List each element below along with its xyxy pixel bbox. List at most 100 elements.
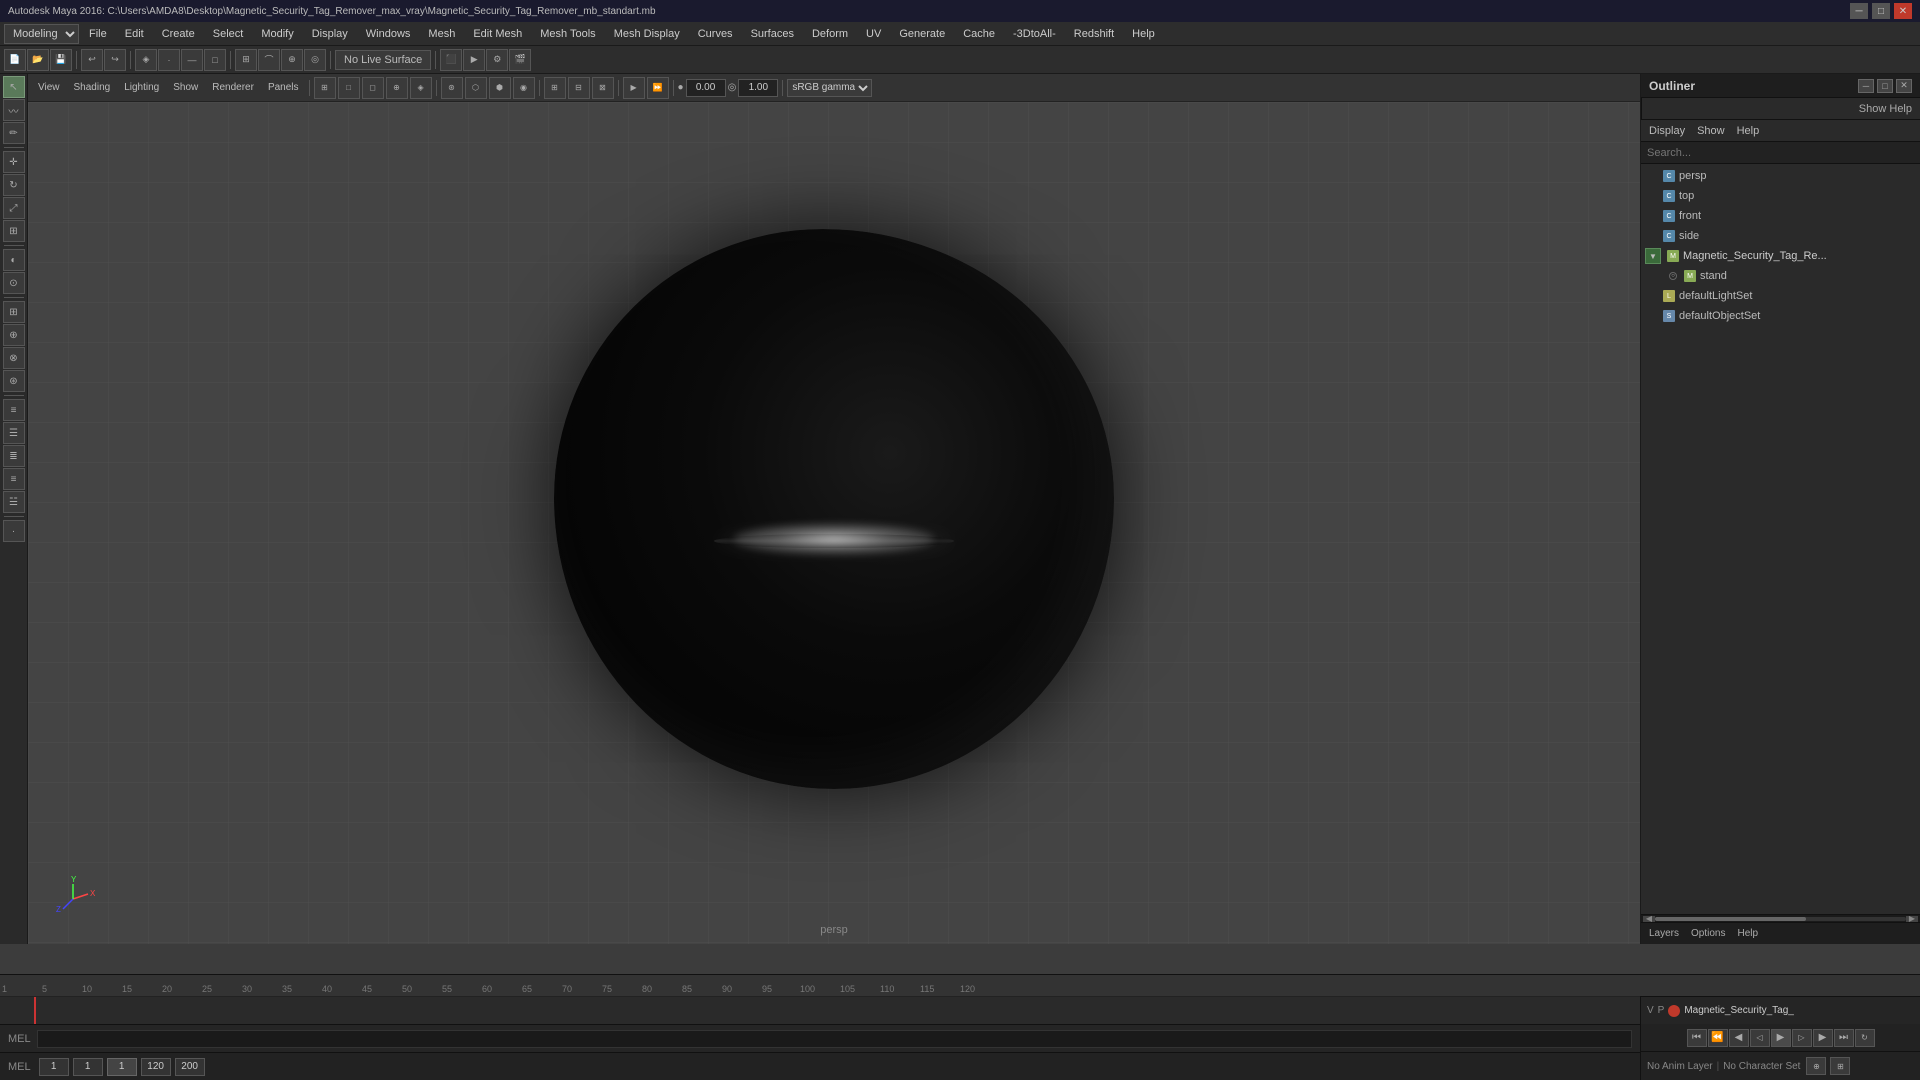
scale-tool-btn[interactable]: ⤢ bbox=[3, 197, 25, 219]
vp-show-btn[interactable]: Show bbox=[167, 80, 204, 95]
anim-layer-add-btn[interactable]: ⊕ bbox=[1806, 1057, 1826, 1075]
select-face-btn[interactable]: □ bbox=[204, 49, 226, 71]
vp-value1[interactable] bbox=[686, 79, 726, 97]
rotate-tool-btn[interactable]: ↻ bbox=[3, 174, 25, 196]
outliner-item-persp[interactable]: C persp bbox=[1641, 166, 1920, 186]
ipr-btn[interactable]: ▶ bbox=[463, 49, 485, 71]
play-back-btn[interactable]: ⏪ bbox=[1708, 1029, 1728, 1047]
snap-grid-btn[interactable]: ⊞ bbox=[235, 49, 257, 71]
play-end-btn[interactable]: ⏭ bbox=[1834, 1029, 1854, 1047]
play-first-btn[interactable]: ⏮ bbox=[1687, 1029, 1707, 1047]
menu-cache[interactable]: Cache bbox=[955, 24, 1003, 44]
scroll-left-btn[interactable]: ◀ bbox=[1643, 916, 1655, 922]
outliner-item-objectset[interactable]: S defaultObjectSet bbox=[1641, 306, 1920, 326]
key-next-btn[interactable]: ▷ bbox=[1792, 1029, 1812, 1047]
snap-btn[interactable]: ⊕ bbox=[3, 324, 25, 346]
step-back-btn[interactable]: ◀ bbox=[1729, 1029, 1749, 1047]
pivot-btn[interactable]: ⊙ bbox=[3, 272, 25, 294]
render-seq-btn[interactable]: 🎬 bbox=[509, 49, 531, 71]
snap2-btn[interactable]: ⊛ bbox=[3, 370, 25, 392]
redo-btn[interactable]: ↪ bbox=[104, 49, 126, 71]
vp-icon11[interactable]: ⊟ bbox=[568, 77, 590, 99]
menu-mesh-tools[interactable]: Mesh Tools bbox=[532, 24, 603, 44]
timeline-ruler[interactable]: 1 5 10 15 20 25 30 35 40 45 50 55 60 65 … bbox=[0, 975, 1920, 997]
snap-curve-btn[interactable]: ⌒ bbox=[258, 49, 280, 71]
menu-deform[interactable]: Deform bbox=[804, 24, 856, 44]
layer5-btn[interactable]: ☱ bbox=[3, 491, 25, 513]
end-frame-input[interactable] bbox=[141, 1058, 171, 1076]
start-frame-input[interactable] bbox=[73, 1058, 103, 1076]
loop-btn[interactable]: ↻ bbox=[1855, 1029, 1875, 1047]
vp-icon3[interactable]: ◻ bbox=[362, 77, 384, 99]
paint-tool-btn[interactable]: ✏ bbox=[3, 122, 25, 144]
step-fwd-btn[interactable]: ▶ bbox=[1813, 1029, 1833, 1047]
key-prev-btn[interactable]: ◁ bbox=[1750, 1029, 1770, 1047]
vp-value2[interactable] bbox=[738, 79, 778, 97]
maximize-button[interactable]: □ bbox=[1872, 3, 1890, 19]
scrollbar-track[interactable] bbox=[1655, 917, 1906, 921]
layers-btn[interactable]: Layers bbox=[1645, 927, 1683, 940]
outliner-show-menu[interactable]: Show bbox=[1693, 123, 1729, 139]
menu-uv[interactable]: UV bbox=[858, 24, 889, 44]
misc-btn[interactable]: · bbox=[3, 520, 25, 542]
menu-file[interactable]: File bbox=[81, 24, 115, 44]
minimize-button[interactable]: ─ bbox=[1850, 3, 1868, 19]
play-fwd-btn[interactable]: ▶ bbox=[1771, 1029, 1791, 1047]
select-tool-btn[interactable]: ↖ bbox=[3, 76, 25, 98]
vp-icon13[interactable]: ▶ bbox=[623, 77, 645, 99]
vp-lighting-btn[interactable]: Lighting bbox=[118, 80, 165, 95]
viewport[interactable]: View Shading Lighting Show Renderer Pane… bbox=[28, 74, 1640, 944]
layer4-btn[interactable]: ≡ bbox=[3, 468, 25, 490]
menu-select[interactable]: Select bbox=[205, 24, 252, 44]
script-input[interactable] bbox=[37, 1030, 1632, 1048]
vp-icon9[interactable]: ◉ bbox=[513, 77, 535, 99]
render-btn[interactable]: ⬛ bbox=[440, 49, 462, 71]
menu-edit-mesh[interactable]: Edit Mesh bbox=[465, 24, 530, 44]
outliner-close-btn[interactable]: ✕ bbox=[1896, 79, 1912, 93]
vp-renderer-btn[interactable]: Renderer bbox=[206, 80, 260, 95]
outliner-item-side[interactable]: C side bbox=[1641, 226, 1920, 246]
new-scene-btn[interactable]: 📄 bbox=[4, 49, 26, 71]
outliner-search[interactable] bbox=[1641, 142, 1920, 164]
menu-generate[interactable]: Generate bbox=[891, 24, 953, 44]
char-set-add-btn[interactable]: ⊞ bbox=[1830, 1057, 1850, 1075]
close-button[interactable]: ✕ bbox=[1894, 3, 1912, 19]
vp-icon5[interactable]: ◈ bbox=[410, 77, 432, 99]
layer2-btn[interactable]: ☰ bbox=[3, 422, 25, 444]
save-btn[interactable]: 💾 bbox=[50, 49, 72, 71]
live-surface-badge[interactable]: No Live Surface bbox=[335, 50, 431, 70]
vp-icon7[interactable]: ⬡ bbox=[465, 77, 487, 99]
timeline-track[interactable] bbox=[0, 997, 1920, 1024]
vp-shading-btn[interactable]: Shading bbox=[68, 80, 117, 95]
menu-help[interactable]: Help bbox=[1124, 24, 1163, 44]
vp-icon14[interactable]: ⏩ bbox=[647, 77, 669, 99]
select-vert-btn[interactable]: · bbox=[158, 49, 180, 71]
layer3-btn[interactable]: ≣ bbox=[3, 445, 25, 467]
vp-icon10[interactable]: ⊞ bbox=[544, 77, 566, 99]
outliner-item-stand[interactable]: ○ M stand bbox=[1641, 266, 1920, 286]
menu-modify[interactable]: Modify bbox=[253, 24, 301, 44]
undo-btn[interactable]: ↩ bbox=[81, 49, 103, 71]
snap-view-btn[interactable]: ◎ bbox=[304, 49, 326, 71]
vp-icon1[interactable]: ⊞ bbox=[314, 77, 336, 99]
marker-frame-input[interactable] bbox=[107, 1058, 137, 1076]
select-edge-btn[interactable]: — bbox=[181, 49, 203, 71]
vp-icon12[interactable]: ⊠ bbox=[592, 77, 614, 99]
color-mode-select[interactable]: sRGB gamma bbox=[787, 79, 872, 97]
vp-icon4[interactable]: ⊕ bbox=[386, 77, 408, 99]
move-tool-btn[interactable]: ✛ bbox=[3, 151, 25, 173]
outliner-minimize-btn[interactable]: ─ bbox=[1858, 79, 1874, 93]
current-frame-input[interactable] bbox=[39, 1058, 69, 1076]
outliner-display-menu[interactable]: Display bbox=[1645, 123, 1689, 139]
menu-mesh-display[interactable]: Mesh Display bbox=[606, 24, 688, 44]
scrollbar-thumb[interactable] bbox=[1655, 917, 1806, 921]
outliner-help-btn[interactable]: Help bbox=[1733, 927, 1762, 940]
lasso-tool-btn[interactable]: 〰 bbox=[3, 99, 25, 121]
layer-btn[interactable]: ≡ bbox=[3, 399, 25, 421]
menu-display[interactable]: Display bbox=[304, 24, 356, 44]
menu-windows[interactable]: Windows bbox=[358, 24, 419, 44]
menu-edit[interactable]: Edit bbox=[117, 24, 152, 44]
options-btn[interactable]: Options bbox=[1687, 927, 1729, 940]
vp-icon6[interactable]: ⊛ bbox=[441, 77, 463, 99]
vp-view-btn[interactable]: View bbox=[32, 80, 66, 95]
